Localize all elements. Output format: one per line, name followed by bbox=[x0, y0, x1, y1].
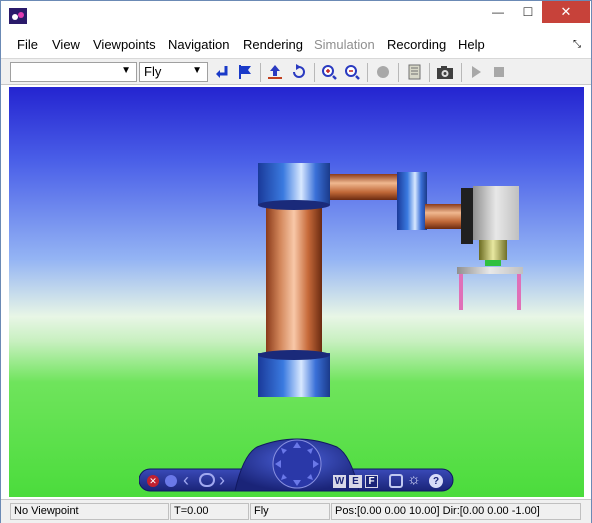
app-window: — ☐ ✕ File View Viewpoints Navigation Re… bbox=[0, 0, 592, 523]
chevron-down-icon: ▼ bbox=[192, 65, 202, 76]
rotate-center-icon[interactable] bbox=[199, 473, 215, 487]
camera-icon[interactable] bbox=[435, 62, 455, 82]
menu-navigation[interactable]: Navigation bbox=[168, 37, 229, 52]
maximize-button[interactable]: ☐ bbox=[515, 1, 541, 23]
fit-view-icon[interactable] bbox=[389, 474, 403, 488]
navigation-mode-value: Fly bbox=[144, 64, 162, 79]
title-bar: — ☐ ✕ bbox=[1, 1, 591, 31]
undock-icon[interactable]: ⤡ bbox=[573, 39, 581, 50]
minimize-button[interactable]: — bbox=[481, 1, 515, 23]
undo-move-icon[interactable] bbox=[289, 62, 309, 82]
status-position: Pos:[0.00 0.00 10.00] Dir:[0.00 0.00 -1.… bbox=[331, 503, 581, 520]
arm-shoulder-bottom bbox=[258, 200, 330, 210]
arm-upper-link bbox=[330, 174, 404, 200]
toolbar: ▼ Fly ▼ bbox=[1, 58, 591, 85]
gripper-bar bbox=[457, 267, 523, 274]
status-bar: No Viewpoint T=0.00 Fly Pos:[0.00 0.00 1… bbox=[1, 499, 591, 523]
toolbar-separator bbox=[429, 63, 430, 82]
toolbar-separator bbox=[314, 63, 315, 82]
help-icon[interactable]: ? bbox=[429, 474, 443, 488]
fly-mode-button[interactable]: F bbox=[365, 475, 378, 488]
document-icon[interactable] bbox=[404, 62, 424, 82]
menu-viewpoints[interactable]: Viewpoints bbox=[93, 37, 156, 52]
examine-mode-button[interactable]: E bbox=[349, 475, 362, 488]
gripper-housing bbox=[473, 186, 519, 240]
rotate-right-icon[interactable]: › bbox=[219, 470, 225, 491]
chevron-down-icon: ▼ bbox=[121, 65, 131, 76]
minimize-panel-icon[interactable] bbox=[165, 475, 177, 487]
zoom-in-icon[interactable] bbox=[319, 62, 339, 82]
app-logo-icon bbox=[9, 8, 27, 24]
rotate-left-icon[interactable]: ‹ bbox=[183, 470, 189, 491]
zoom-out-icon[interactable] bbox=[342, 62, 362, 82]
menu-recording[interactable]: Recording bbox=[387, 37, 446, 52]
toolbar-separator bbox=[260, 63, 261, 82]
robot-arm bbox=[258, 163, 523, 397]
gripper-mount bbox=[461, 188, 473, 244]
status-time: T=0.00 bbox=[170, 503, 249, 520]
play-icon[interactable] bbox=[466, 62, 486, 82]
gripper-finger-right bbox=[517, 274, 521, 310]
arm-shoulder-joint bbox=[258, 163, 330, 205]
menu-bar: File View Viewpoints Navigation Renderin… bbox=[1, 34, 591, 56]
menu-rendering[interactable]: Rendering bbox=[243, 37, 303, 52]
toolbar-separator bbox=[461, 63, 462, 82]
menu-view[interactable]: View bbox=[52, 37, 80, 52]
arm-column bbox=[266, 197, 322, 357]
return-icon[interactable] bbox=[212, 62, 232, 82]
menu-simulation[interactable]: Simulation bbox=[314, 37, 375, 52]
walk-mode-button[interactable]: W bbox=[333, 475, 346, 488]
navigation-panel: ✕ ‹ › W E F ☼ ? bbox=[138, 435, 455, 497]
gripper-finger-left bbox=[459, 274, 463, 310]
gripper-wrist bbox=[479, 240, 507, 260]
straighten-up-icon[interactable] bbox=[265, 62, 285, 82]
status-viewpoint: No Viewpoint bbox=[10, 503, 169, 520]
headlight-icon[interactable] bbox=[373, 62, 393, 82]
gripper-sensor bbox=[485, 260, 501, 266]
settings-icon[interactable]: ☼ bbox=[407, 471, 421, 488]
toolbar-separator bbox=[398, 63, 399, 82]
toolbar-separator bbox=[367, 63, 368, 82]
close-button[interactable]: ✕ bbox=[542, 1, 590, 23]
viewpoint-select[interactable]: ▼ bbox=[10, 62, 137, 82]
menu-help[interactable]: Help bbox=[458, 37, 485, 52]
menu-file[interactable]: File bbox=[17, 37, 38, 52]
close-panel-icon[interactable]: ✕ bbox=[147, 475, 159, 487]
arm-elbow-joint bbox=[397, 172, 427, 230]
stop-icon[interactable] bbox=[489, 62, 509, 82]
arm-base-top bbox=[258, 350, 330, 360]
navigation-mode-select[interactable]: Fly ▼ bbox=[139, 62, 208, 82]
status-mode: Fly bbox=[250, 503, 330, 520]
flag-icon[interactable] bbox=[235, 62, 255, 82]
